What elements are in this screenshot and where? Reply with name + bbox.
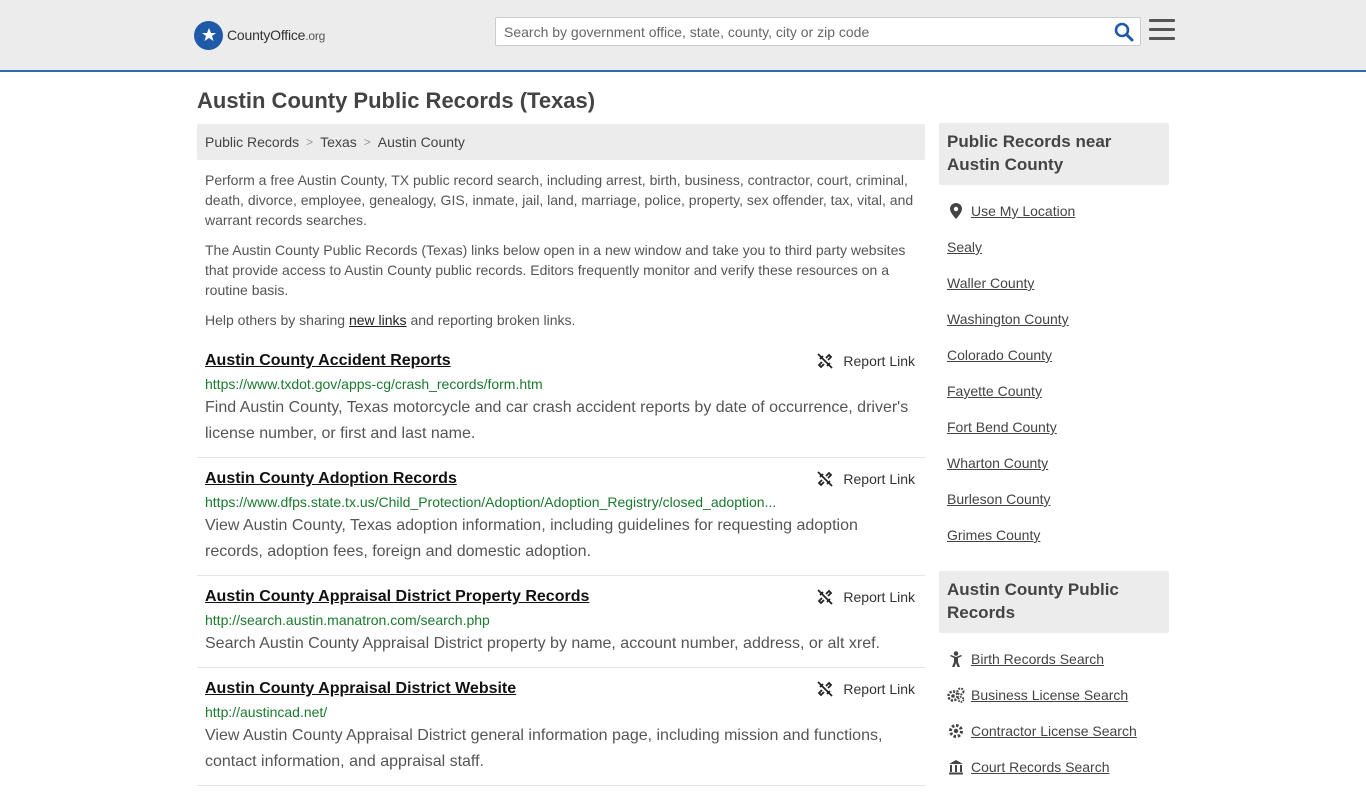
record-title-link[interactable]: Austin County Accident Reports [205, 352, 451, 369]
nearby-item: Waller County [947, 273, 1161, 309]
breadcrumb-separator: > [363, 135, 371, 149]
nearby-item: Grimes County [947, 525, 1161, 561]
broken-link-icon [817, 471, 834, 487]
use-location-item: Use My Location [947, 201, 1161, 237]
main-content: Public Records > Texas > Austin County P… [197, 124, 925, 796]
record-item: Austin County Appraisal District Website… [197, 678, 925, 786]
nearby-link-fort-bend-county[interactable]: Fort Bend County [947, 417, 1057, 435]
record-url[interactable]: https://www.txdot.gov/apps-cg/crash_reco… [205, 374, 780, 394]
nearby-link-waller-county[interactable]: Waller County [947, 273, 1034, 291]
records-link-item: Business License Search [947, 685, 1161, 721]
new-links-link[interactable]: new links [349, 312, 407, 328]
gear-icon [947, 721, 965, 739]
sidebar: Public Records near Austin County Use My… [939, 123, 1169, 801]
broken-link-icon [817, 353, 834, 369]
nearby-item: Fort Bend County [947, 417, 1161, 453]
breadcrumb-public-records[interactable]: Public Records [205, 134, 299, 150]
nearby-link-grimes-county[interactable]: Grimes County [947, 525, 1040, 543]
nearby-link-burleson-county[interactable]: Burleson County [947, 489, 1051, 507]
map-pin-icon [947, 201, 965, 219]
broken-link-icon [817, 589, 834, 605]
record-item: Austin County Appraisal District Propert… [197, 586, 925, 668]
search-box [495, 17, 1141, 46]
report-link-button[interactable]: Report Link [817, 468, 915, 490]
intro-paragraph-2: The Austin County Public Records (Texas)… [205, 242, 906, 298]
record-url[interactable]: http://search.austin.manatron.com/search… [205, 610, 780, 630]
business-license-search-link[interactable]: Business License Search [971, 685, 1128, 703]
nearby-item: Wharton County [947, 453, 1161, 489]
broken-link-icon [817, 681, 834, 697]
top-bar: CountyOffice.org [0, 0, 1366, 72]
use-my-location-link[interactable]: Use My Location [971, 201, 1075, 219]
nearby-link-wharton-county[interactable]: Wharton County [947, 453, 1048, 471]
record-item: Austin County Accident Reports Report Li… [197, 350, 925, 458]
record-url[interactable]: http://austincad.net/ [205, 702, 780, 722]
birth-records-search-link[interactable]: Birth Records Search [971, 649, 1104, 667]
intro-paragraph-3: Help others by sharing new links and rep… [205, 312, 576, 328]
records-link-item: Court Records Search [947, 757, 1161, 793]
report-link-button[interactable]: Report Link [817, 678, 915, 700]
hamburger-menu-icon[interactable] [1149, 19, 1175, 43]
search-input[interactable] [496, 18, 1106, 45]
record-description: Search Austin County Appraisal District … [205, 635, 880, 652]
nearby-item: Fayette County [947, 381, 1161, 417]
logo-text: CountyOffice.org [227, 27, 326, 43]
breadcrumb: Public Records > Texas > Austin County [197, 124, 925, 160]
report-link-button[interactable]: Report Link [817, 586, 915, 608]
records-link-item: Birth Records Search [947, 649, 1161, 685]
county-records-list: Birth Records Search Business License Se… [939, 633, 1169, 801]
nearby-item: Colorado County [947, 345, 1161, 381]
nearby-list: Use My Location Sealy Waller County Wash… [939, 185, 1169, 569]
nearby-link-sealy[interactable]: Sealy [947, 237, 982, 255]
record-title-link[interactable]: Austin County Adoption Records [205, 470, 457, 487]
nearby-item: Burleson County [947, 489, 1161, 525]
record-description: View Austin County, Texas adoption infor… [205, 517, 858, 560]
nearby-link-colorado-county[interactable]: Colorado County [947, 345, 1052, 363]
breadcrumb-separator: > [306, 135, 314, 149]
contractor-license-search-link[interactable]: Contractor License Search [971, 721, 1137, 739]
intro-paragraph-1: Perform a free Austin County, TX public … [205, 172, 914, 228]
report-link-button[interactable]: Report Link [817, 350, 915, 372]
logo-seal-icon [194, 20, 223, 50]
records-list: Austin County Accident Reports Report Li… [197, 350, 925, 786]
nearby-item: Washington County [947, 309, 1161, 345]
nearby-item: Sealy [947, 237, 1161, 273]
intro-text: Perform a free Austin County, TX public … [197, 170, 925, 330]
court-records-search-link[interactable]: Court Records Search [971, 757, 1110, 775]
nearby-heading: Public Records near Austin County [939, 123, 1169, 185]
record-description: Find Austin County, Texas motorcycle and… [205, 399, 909, 442]
page-title: Austin County Public Records (Texas) [197, 88, 596, 113]
county-records-heading: Austin County Public Records [939, 571, 1169, 633]
search-icon[interactable] [1114, 22, 1134, 42]
nearby-link-washington-county[interactable]: Washington County [947, 309, 1069, 327]
breadcrumb-texas[interactable]: Texas [320, 134, 357, 150]
record-title-link[interactable]: Austin County Appraisal District Propert… [205, 588, 589, 605]
gears-icon [947, 685, 965, 703]
courthouse-icon [947, 757, 965, 775]
breadcrumb-austin-county[interactable]: Austin County [378, 134, 465, 150]
record-item: Austin County Adoption Records Report Li… [197, 468, 925, 576]
site-logo[interactable]: CountyOffice.org [194, 20, 325, 50]
records-link-item: Contractor License Search [947, 721, 1161, 757]
record-url[interactable]: https://www.dfps.state.tx.us/Child_Prote… [205, 492, 780, 512]
record-title-link[interactable]: Austin County Appraisal District Website [205, 680, 516, 697]
baby-icon [947, 649, 965, 667]
nearby-link-fayette-county[interactable]: Fayette County [947, 381, 1042, 399]
record-description: View Austin County Appraisal District ge… [205, 727, 883, 770]
